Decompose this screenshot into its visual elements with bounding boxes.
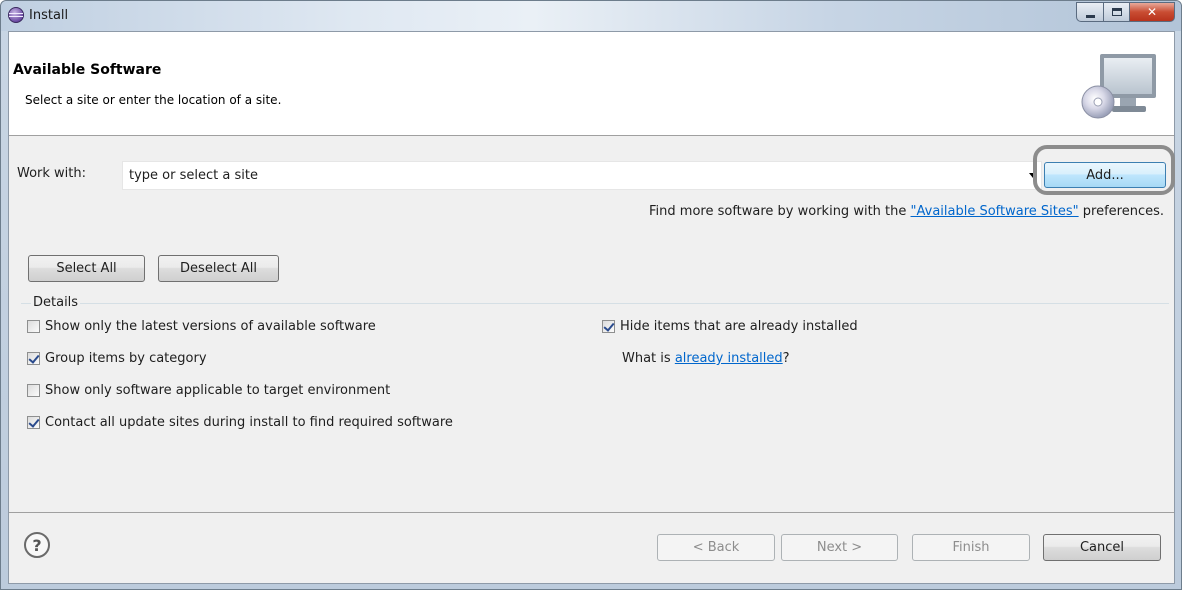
checkbox-box[interactable] [27,384,40,397]
what-is-installed-text: What is already installed? [622,351,790,366]
checkbox-box[interactable] [602,320,615,333]
minimize-icon [1085,14,1095,18]
checkbox-label: Contact all update sites during install … [45,415,453,430]
close-icon: ✕ [1146,5,1158,19]
dialog-client-area: Available Software Select a site or ente… [8,31,1175,584]
work-with-combo[interactable] [122,161,1042,190]
window-title: Install [29,8,69,23]
find-more-suffix: preferences. [1078,204,1164,219]
work-with-input[interactable] [123,162,1003,189]
find-more-text: Find more software by working with the "… [649,204,1164,219]
latest-versions-checkbox[interactable]: Show only the latest versions of availab… [27,319,376,334]
finish-button[interactable]: Finish [912,534,1030,561]
title-bar[interactable]: Install ✕ [1,1,1181,31]
minimize-button[interactable] [1076,2,1103,22]
checkbox-box[interactable] [27,320,40,333]
hide-installed-checkbox[interactable]: Hide items that are already installed [602,319,858,334]
work-with-label: Work with: [17,166,87,181]
back-button[interactable]: < Back [657,534,775,561]
group-by-category-checkbox[interactable]: Group items by category [27,351,207,366]
checkbox-label: Show only software applicable to target … [45,383,391,398]
available-software-sites-link[interactable]: "Available Software Sites" [911,204,1079,219]
checkbox-label: Hide items that are already installed [620,319,858,334]
install-dialog-window: Install ✕ Available Software Select a si… [0,0,1182,590]
wizard-header: Available Software Select a site or ente… [9,32,1174,136]
checkbox-label: Group items by category [45,351,207,366]
details-legend: Details [31,295,81,310]
cancel-button[interactable]: Cancel [1043,534,1161,561]
checkbox-box[interactable] [27,352,40,365]
contact-update-sites-checkbox[interactable]: Contact all update sites during install … [27,415,453,430]
page-title: Available Software [13,62,162,78]
what-is-suffix: ? [782,351,790,366]
add-button[interactable]: Add... [1044,162,1166,188]
select-all-button[interactable]: Select All [28,255,145,282]
page-description: Select a site or enter the location of a… [25,93,282,107]
already-installed-link[interactable]: already installed [675,351,783,366]
window-controls: ✕ [1076,2,1175,22]
maximize-icon [1111,8,1122,16]
help-icon[interactable]: ? [24,532,50,558]
find-more-prefix: Find more software by working with the [649,204,911,219]
what-is-prefix: What is [622,351,675,366]
checkbox-box[interactable] [27,416,40,429]
details-group-border [21,303,1169,304]
maximize-button[interactable] [1103,2,1129,22]
footer-separator [9,512,1174,513]
close-button[interactable]: ✕ [1129,2,1175,22]
install-app-icon [8,7,24,23]
checkbox-label: Show only the latest versions of availab… [45,319,376,334]
target-environment-checkbox[interactable]: Show only software applicable to target … [27,383,390,398]
deselect-all-button[interactable]: Deselect All [158,255,279,282]
computer-cd-banner-icon [1081,54,1156,119]
next-button[interactable]: Next > [781,534,898,561]
